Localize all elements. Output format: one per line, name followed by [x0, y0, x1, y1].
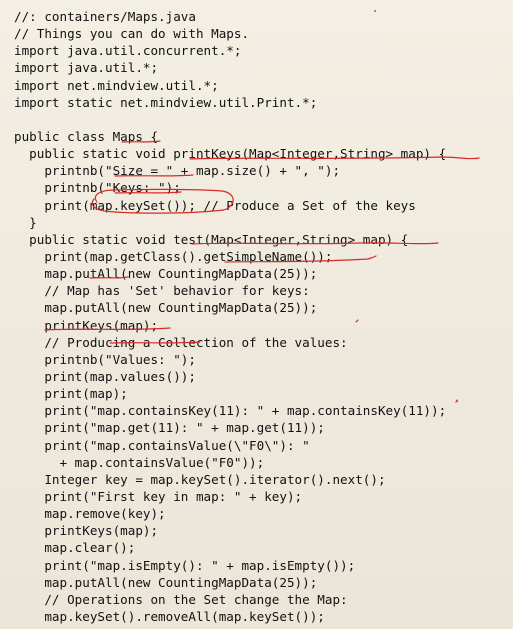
- code-line: print(map.values());: [14, 368, 196, 384]
- code-line: map.putAll(new CountingMapData(25));: [14, 266, 318, 282]
- code-line: print(map);: [14, 386, 128, 402]
- code-line: printnb("Values: ");: [14, 351, 196, 367]
- code-line: // Map has 'Set' behavior for keys:: [14, 283, 310, 299]
- code-line: //: containers/Maps.java: [14, 9, 196, 24]
- code-line: printKeys(map);: [14, 523, 159, 539]
- code-line: print("map.isEmpty(): " + map.isEmpty())…: [14, 557, 356, 573]
- code-line: import net.mindview.util.*;: [14, 77, 219, 93]
- code-line: map.clear();: [14, 540, 136, 556]
- ink-speck: [456, 400, 458, 402]
- code-line: import static net.mindview.util.Print.*;: [14, 94, 318, 110]
- code-line: // Operations on the Set change the Map:: [14, 591, 348, 607]
- code-line: public static void printKeys(Map<Integer…: [14, 146, 447, 162]
- code-line: map.remove(key);: [14, 506, 166, 522]
- code-line: Integer key = map.keySet().iterator().ne…: [14, 471, 386, 487]
- code-line: print("map.get(11): " + map.get(11));: [14, 420, 325, 436]
- code-line: print("map.containsKey(11): " + map.cont…: [14, 403, 447, 419]
- code-line: public static void test(Map<Integer,Stri…: [14, 231, 409, 247]
- code-line: print(map.keySet()); // Produce a Set of…: [14, 197, 416, 213]
- code-line: print(map.getClass().getSimpleName());: [14, 248, 333, 264]
- code-line: import java.util.concurrent.*;: [14, 43, 242, 59]
- code-line: }: [14, 214, 37, 230]
- code-listing: //: containers/Maps.java // Things you ca…: [14, 8, 446, 625]
- code-line: print("map.containsValue(\"F0\"): ": [14, 437, 310, 453]
- code-line: print("First key in map: " + key);: [14, 488, 303, 504]
- code-line: printnb("Keys: ");: [14, 180, 181, 196]
- code-line: map.putAll(new CountingMapData(25));: [14, 574, 318, 590]
- code-line: public class Maps {: [14, 128, 159, 144]
- ink-speck: [374, 10, 376, 12]
- code-line: printnb("Size = " + map.size() + ", ");: [14, 163, 341, 179]
- code-line: import java.util.*;: [14, 60, 159, 76]
- code-line: // Things you can do with Maps.: [14, 26, 250, 42]
- code-line: printKeys(map);: [14, 317, 159, 333]
- code-line: map.keySet().removeAll(map.keySet());: [14, 608, 325, 624]
- code-line: + map.containsValue("F0"));: [14, 454, 265, 470]
- document-page: //: containers/Maps.java // Things you ca…: [0, 0, 513, 629]
- code-line: // Producing a Collection of the values:: [14, 334, 348, 350]
- code-line: map.putAll(new CountingMapData(25));: [14, 300, 318, 316]
